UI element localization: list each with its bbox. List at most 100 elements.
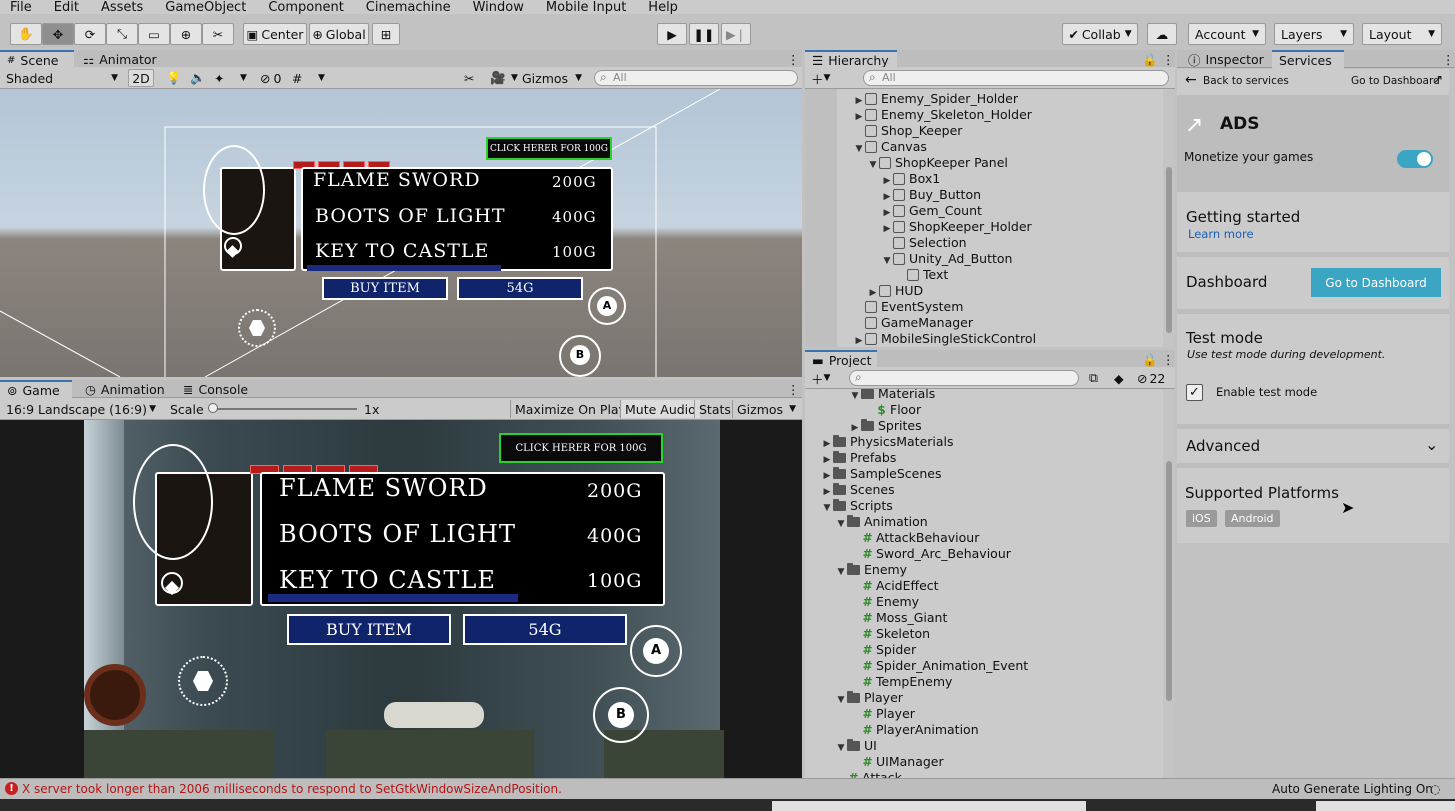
grid-toggle-icon[interactable]: # bbox=[288, 69, 306, 87]
menu-component[interactable]: Component bbox=[268, 1, 343, 14]
hierarchy-item[interactable]: EventSystem bbox=[853, 299, 963, 315]
go-to-dashboard-button[interactable]: Go to Dashboard bbox=[1311, 268, 1441, 297]
project-item[interactable]: # Sword_Arc_Behaviour bbox=[849, 546, 1010, 562]
scene-viewport[interactable]: FLAME SWORD 200G BOOTS OF LIGHT 400G KEY… bbox=[0, 89, 802, 377]
scale-tool-icon[interactable]: ⤡ bbox=[106, 23, 138, 45]
hierarchy-item[interactable]: ▼ Unity_Ad_Button bbox=[881, 251, 1013, 267]
hierarchy-item[interactable]: ▶ ShopKeeper_Holder bbox=[881, 219, 1032, 235]
menu-cinemachine[interactable]: Cinemachine bbox=[366, 1, 451, 14]
expand-down-icon[interactable]: ▼ bbox=[835, 564, 847, 580]
cloud-icon[interactable]: ☁ bbox=[1147, 23, 1177, 45]
project-item[interactable]: ▶ SampleScenes bbox=[821, 466, 942, 482]
hand-tool-icon[interactable]: ✋ bbox=[10, 23, 42, 45]
filter-type-icon[interactable]: ⧉ bbox=[1085, 369, 1102, 387]
project-item[interactable]: # Spider_Animation_Event bbox=[849, 658, 1028, 674]
hierarchy-item[interactable]: ▶ HUD bbox=[867, 283, 924, 299]
taskbar-window-thumb[interactable] bbox=[772, 801, 1086, 811]
project-item[interactable]: # PlayerAnimation bbox=[849, 722, 978, 738]
project-item[interactable]: # Enemy bbox=[849, 594, 919, 610]
hierarchy-item[interactable]: Text bbox=[895, 267, 948, 283]
project-item[interactable]: ▼ Enemy bbox=[835, 562, 908, 580]
move-tool-icon[interactable]: ✥ bbox=[42, 23, 74, 45]
hierarchy-search-input[interactable]: All bbox=[863, 70, 1169, 86]
panel-menu-icon[interactable]: ⋮ bbox=[780, 380, 800, 399]
ads-enable-toggle[interactable] bbox=[1397, 150, 1433, 168]
project-item[interactable]: ▼ Materials bbox=[849, 389, 935, 402]
maximize-on-play-toggle[interactable]: Maximize On Play bbox=[510, 400, 630, 418]
hierarchy-item[interactable]: ▶ MobileSingleStickControl bbox=[853, 331, 1037, 347]
panel-menu-icon[interactable]: ⋮ bbox=[1435, 50, 1455, 69]
tab-services[interactable]: Services bbox=[1272, 50, 1344, 69]
taskbar-window-thumb[interactable] bbox=[1316, 801, 1455, 811]
scale-slider-track[interactable] bbox=[212, 408, 357, 410]
project-item[interactable]: ▼ Player bbox=[835, 690, 903, 706]
hierarchy-item[interactable]: ▶ Box1 bbox=[881, 171, 941, 187]
project-item[interactable]: # AttackBehaviour bbox=[849, 530, 979, 546]
menu-gameobject[interactable]: GameObject bbox=[165, 1, 246, 14]
create-dropdown[interactable]: ＋ ▼ bbox=[807, 69, 834, 87]
hierarchy-item[interactable]: ▶ Enemy_Skeleton_Holder bbox=[853, 107, 1032, 123]
item-name[interactable]: BOOTS OF LIGHT bbox=[315, 205, 506, 227]
project-item[interactable]: # Skeleton bbox=[849, 626, 930, 642]
stats-toggle[interactable]: Stats bbox=[694, 400, 735, 418]
rotate-tool-icon[interactable]: ⟳ bbox=[74, 23, 106, 45]
effects-icon[interactable]: ✦ bbox=[210, 69, 228, 87]
expand-down-icon[interactable]: ▼ bbox=[835, 692, 847, 708]
hierarchy-item[interactable]: ▶ Gem_Count bbox=[881, 203, 982, 219]
tab-game[interactable]: ⊚ Game bbox=[0, 380, 72, 399]
project-item[interactable]: ▼ Animation bbox=[835, 514, 928, 530]
expand-down-icon[interactable]: ▼ bbox=[849, 389, 861, 404]
expand-down-icon[interactable]: ▼ bbox=[821, 500, 833, 516]
hierarchy-item[interactable]: GameManager bbox=[853, 315, 973, 331]
ad-button[interactable]: CLICK HERER FOR 100G bbox=[499, 433, 663, 463]
item-name[interactable]: KEY TO CASTLE bbox=[279, 566, 496, 594]
tools-icon[interactable]: ✂ bbox=[460, 69, 478, 87]
filter-label-icon[interactable]: ◆ bbox=[1110, 369, 1128, 387]
mute-audio-toggle[interactable]: Mute Audio bbox=[620, 400, 700, 418]
play-icon[interactable]: ▶ bbox=[657, 23, 687, 45]
project-item[interactable]: ▶ Scenes bbox=[821, 482, 895, 498]
project-item[interactable]: ▼ UI bbox=[835, 738, 877, 754]
chevron-down-icon[interactable]: ▼ bbox=[314, 69, 329, 87]
expand-down-icon[interactable]: ▼ bbox=[835, 516, 847, 532]
game-viewport[interactable]: FLAME SWORD 200G BOOTS OF LIGHT 400G KEY… bbox=[0, 420, 802, 778]
console-error-message[interactable]: X server took longer than 2006 milliseco… bbox=[22, 782, 562, 796]
scene-gizmos-dropdown[interactable]: Gizmos ▼ bbox=[518, 69, 586, 87]
ad-button[interactable]: CLICK HERER FOR 100G bbox=[486, 137, 612, 160]
create-dropdown[interactable]: ＋ ▼ bbox=[807, 369, 834, 387]
hierarchy-item[interactable]: ▶ Enemy_Spider_Holder bbox=[853, 91, 1018, 107]
expand-right-icon[interactable]: ▶ bbox=[853, 333, 865, 347]
account-dropdown[interactable]: Account ▼ bbox=[1188, 23, 1266, 45]
menu-mobile-input[interactable]: Mobile Input bbox=[546, 1, 626, 14]
project-scrollbar[interactable] bbox=[1163, 389, 1175, 778]
tab-console[interactable]: ≣ Console bbox=[176, 380, 256, 399]
project-item[interactable]: # AcidEffect bbox=[849, 578, 938, 594]
hierarchy-item[interactable]: Selection bbox=[881, 235, 967, 251]
layout-dropdown[interactable]: Layout ▼ bbox=[1362, 23, 1442, 45]
transform-tool-icon[interactable]: ⊕ bbox=[170, 23, 202, 45]
hierarchy-item[interactable]: Shop_Keeper bbox=[853, 123, 962, 139]
visibility-toggle[interactable]: ⊘ 0 bbox=[256, 69, 285, 87]
item-name[interactable]: KEY TO CASTLE bbox=[315, 240, 489, 262]
button-b[interactable]: B bbox=[570, 345, 590, 365]
project-item[interactable]: # Moss_Giant bbox=[849, 610, 947, 626]
back-to-services-link[interactable]: Back to services bbox=[1203, 75, 1289, 87]
step-icon[interactable]: ▶❘ bbox=[721, 23, 751, 45]
external-link-icon[interactable]: ↗ bbox=[1433, 72, 1443, 86]
chevron-down-icon[interactable]: ▼ bbox=[236, 69, 251, 87]
game-gizmos-dropdown[interactable]: Gizmos ▼ bbox=[732, 400, 800, 418]
item-name[interactable]: FLAME SWORD bbox=[313, 169, 481, 191]
hierarchy-item[interactable]: ▼ Canvas bbox=[853, 139, 927, 155]
project-item[interactable]: # Spider bbox=[849, 642, 916, 658]
goto-dashboard-link[interactable]: Go to Dashboard bbox=[1351, 75, 1440, 87]
project-item[interactable]: ▶ Sprites bbox=[849, 418, 922, 434]
chevron-down-icon[interactable]: ⌄ bbox=[1425, 435, 1438, 454]
advanced-section[interactable]: Advanced ⌄ bbox=[1177, 429, 1449, 463]
button-b[interactable]: B bbox=[608, 702, 634, 728]
menu-help[interactable]: Help bbox=[648, 1, 678, 14]
space-global-button[interactable]: ⊕ Global bbox=[309, 23, 369, 45]
hierarchy-scrollbar[interactable] bbox=[1163, 89, 1175, 347]
scrollbar-thumb[interactable] bbox=[1166, 461, 1172, 701]
back-arrow-icon[interactable]: ← bbox=[1185, 72, 1197, 88]
enable-test-mode-checkbox[interactable]: ✓ bbox=[1186, 384, 1203, 401]
